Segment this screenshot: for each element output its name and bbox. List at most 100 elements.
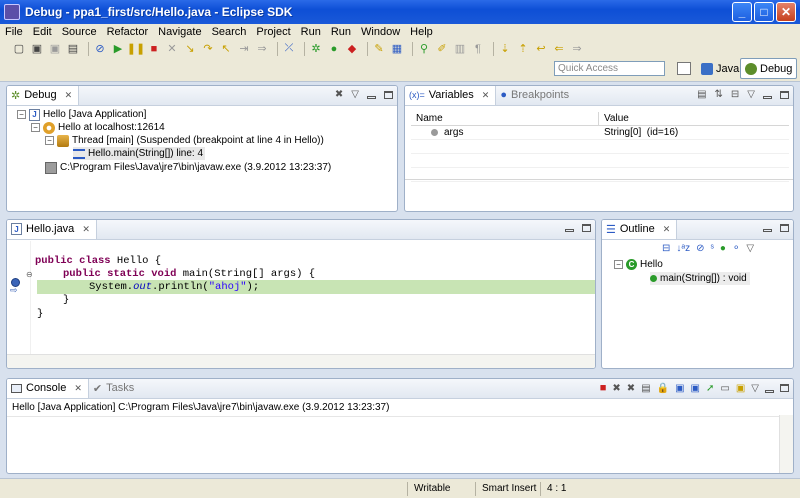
column-value[interactable]: Value xyxy=(599,112,779,125)
collapse-icon[interactable]: − xyxy=(614,260,623,269)
tab-variables[interactable]: (x)= Variables ✕ xyxy=(405,86,497,105)
open-console-icon[interactable]: ▣ xyxy=(736,383,745,394)
open-perspective-icon[interactable] xyxy=(677,62,691,75)
collapse-icon[interactable]: − xyxy=(17,110,26,119)
outline-method-item[interactable]: main(String[]) : void xyxy=(650,272,750,285)
fold-collapse-icon[interactable]: ⊖ xyxy=(26,270,33,279)
close-icon[interactable]: ✕ xyxy=(482,90,490,101)
step-return-icon[interactable]: ↖ xyxy=(219,42,233,55)
show-on-stderr-icon[interactable]: ▣ xyxy=(691,383,700,394)
drop-to-frame-icon[interactable]: ⇥ xyxy=(237,42,251,55)
open-declaration-icon[interactable]: ⤫ xyxy=(282,42,296,55)
close-window-button[interactable]: ✕ xyxy=(776,2,796,22)
view-menu-icon[interactable]: ▽ xyxy=(747,89,755,100)
tab-console[interactable]: Console ✕ xyxy=(7,379,89,398)
tab-hello-java[interactable]: J Hello.java ✕ xyxy=(7,220,97,239)
menu-project[interactable]: Project xyxy=(251,26,295,38)
quick-access-input[interactable]: Quick Access xyxy=(554,61,665,76)
close-icon[interactable]: ✕ xyxy=(82,224,90,235)
terminate-icon[interactable]: ■ xyxy=(600,382,607,394)
disconnect-icon[interactable]: ✕ xyxy=(165,42,179,55)
outline-class-item[interactable]: − C Hello xyxy=(614,258,663,271)
display-console-icon[interactable]: ▭ xyxy=(720,383,729,394)
maximize-view-button[interactable] xyxy=(384,90,393,99)
print-icon[interactable]: ▤ xyxy=(66,42,80,55)
show-logical-structure-icon[interactable]: ⇅ xyxy=(715,89,723,100)
remove-launch-icon[interactable]: ✖ xyxy=(612,383,620,394)
view-menu-icon[interactable]: ▽ xyxy=(351,89,359,100)
previous-annotation-icon[interactable]: ⇡ xyxy=(516,42,530,55)
table-row[interactable]: args String[0] (id=16) xyxy=(411,126,789,140)
next-annotation-icon[interactable]: ⇣ xyxy=(498,42,512,55)
minimize-view-button[interactable] xyxy=(763,96,772,99)
sort-icon[interactable]: ↓ᵃz xyxy=(676,243,690,254)
external-tools-icon[interactable]: ◆ xyxy=(345,42,359,55)
toggle-block-selection-icon[interactable]: ▥ xyxy=(453,42,467,55)
tab-outline[interactable]: ☰ Outline ✕ xyxy=(602,220,678,239)
minimize-button[interactable]: _ xyxy=(732,2,752,22)
show-type-names-icon[interactable]: ▤ xyxy=(697,89,706,100)
save-all-icon[interactable]: ▣ xyxy=(48,42,62,55)
toggle-mark-occurrences-icon[interactable]: ✐ xyxy=(435,42,449,55)
vertical-ruler[interactable]: ⊖ ⇨ xyxy=(7,241,33,354)
menu-search[interactable]: Search xyxy=(207,26,252,38)
console-vertical-scrollbar[interactable] xyxy=(779,415,793,473)
tree-item-launch[interactable]: − J Hello [Java Application] xyxy=(17,108,146,121)
close-icon[interactable]: ✕ xyxy=(663,224,671,235)
code-editor[interactable]: ⊖ ⇨ public class Hello { public static v… xyxy=(7,241,595,354)
collapse-icon[interactable]: − xyxy=(31,123,40,132)
maximize-editor-button[interactable] xyxy=(582,223,591,232)
collapse-all-icon[interactable]: ⊟ xyxy=(731,89,739,100)
hide-static-icon[interactable]: ˢ xyxy=(711,243,714,254)
step-over-icon[interactable]: ↷ xyxy=(201,42,215,55)
column-name[interactable]: Name xyxy=(411,112,599,125)
tree-item-thread[interactable]: − Thread [main] (Suspended (breakpoint a… xyxy=(45,134,324,147)
new-java-project-icon[interactable]: ✎ xyxy=(372,42,386,55)
suspend-icon[interactable]: ❚❚ xyxy=(127,42,145,55)
run-launch-icon[interactable]: ● xyxy=(327,42,341,55)
menu-run[interactable]: Run xyxy=(296,26,326,38)
scroll-lock-icon[interactable]: 🔒 xyxy=(657,383,669,394)
debug-perspective-button[interactable]: Debug xyxy=(740,58,798,79)
close-icon[interactable]: ✕ xyxy=(65,90,73,101)
hide-local-types-icon[interactable]: ⚬ xyxy=(732,243,740,254)
terminate-icon[interactable]: ■ xyxy=(147,42,161,55)
hide-non-public-icon[interactable]: ● xyxy=(720,243,726,254)
use-step-filters-icon[interactable]: ⇒ xyxy=(255,42,269,55)
menu-file[interactable]: File xyxy=(0,26,28,38)
show-whitespace-icon[interactable]: ¶ xyxy=(471,42,485,55)
menu-refactor[interactable]: Refactor xyxy=(102,26,154,38)
resume-icon[interactable]: ▶ xyxy=(111,42,125,55)
remove-all-terminated-icon[interactable]: ✖ xyxy=(627,383,635,394)
tree-item-vm[interactable]: − Hello at localhost:12614 xyxy=(31,121,165,134)
maximize-view-button[interactable] xyxy=(780,223,789,232)
console-output[interactable] xyxy=(7,415,779,473)
minimize-view-button[interactable] xyxy=(763,229,772,232)
clear-console-icon[interactable]: ▤ xyxy=(641,383,650,394)
tree-item-process[interactable]: C:\Program Files\Java\jre7\bin\javaw.exe… xyxy=(45,161,331,174)
menu-run-2[interactable]: Run xyxy=(326,26,356,38)
hide-fields-icon[interactable]: ⊘ xyxy=(696,243,704,254)
editor-horizontal-scrollbar[interactable] xyxy=(7,354,595,368)
step-into-icon[interactable]: ↘ xyxy=(183,42,197,55)
tab-breakpoints[interactable]: ● Breakpoints xyxy=(496,86,575,105)
menu-navigate[interactable]: Navigate xyxy=(153,26,206,38)
view-menu-icon[interactable]: ▽ xyxy=(746,243,754,254)
last-edit-location-icon[interactable]: ↩ xyxy=(534,42,548,55)
menu-help[interactable]: Help xyxy=(405,26,438,38)
minimize-view-button[interactable] xyxy=(765,389,774,393)
debug-launch-icon[interactable]: ✲ xyxy=(309,42,323,55)
maximize-view-button[interactable] xyxy=(780,384,789,392)
collapse-icon[interactable]: − xyxy=(45,136,54,145)
show-on-stdout-icon[interactable]: ▣ xyxy=(675,383,684,394)
open-type-icon[interactable]: ▦ xyxy=(390,42,404,55)
menu-edit[interactable]: Edit xyxy=(28,26,57,38)
remove-terminated-icon[interactable]: ✖ xyxy=(335,89,343,100)
back-icon[interactable]: ⇐ xyxy=(552,42,566,55)
forward-icon[interactable]: ⇒ xyxy=(570,42,584,55)
save-icon[interactable]: ▣ xyxy=(30,42,44,55)
pin-console-icon[interactable]: ➚ xyxy=(706,383,714,394)
collapse-all-icon[interactable]: ⊟ xyxy=(662,243,670,254)
java-perspective-button[interactable]: Java xyxy=(697,58,743,79)
search-icon[interactable]: ⚲ xyxy=(417,42,431,55)
